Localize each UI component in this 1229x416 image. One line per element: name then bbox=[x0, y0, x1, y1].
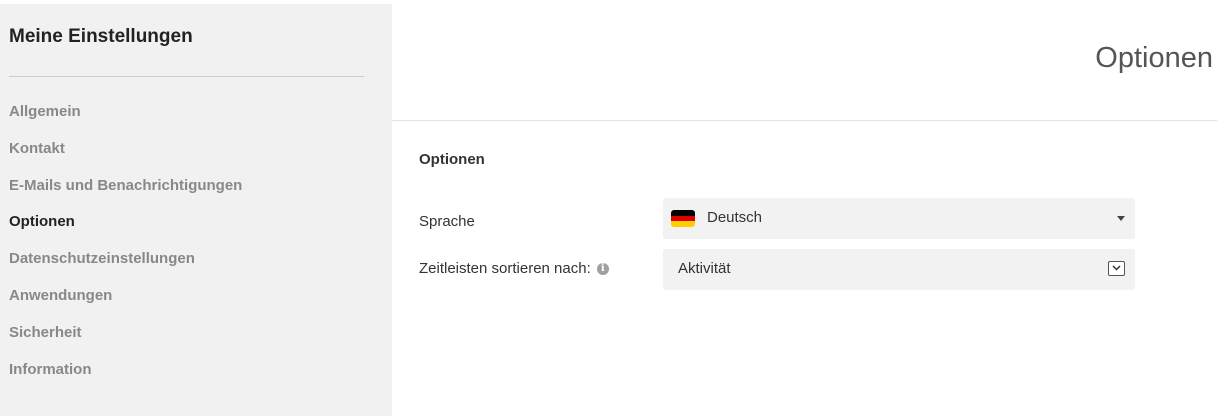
sidebar-item-information[interactable]: Information bbox=[9, 360, 242, 397]
sidebar-item-optionen[interactable]: Optionen bbox=[9, 212, 242, 249]
sidebar-item-kontakt[interactable]: Kontakt bbox=[9, 139, 242, 176]
chevron-down-icon[interactable] bbox=[1108, 261, 1125, 276]
language-label: Sprache bbox=[419, 213, 475, 230]
language-label-text: Sprache bbox=[419, 213, 475, 230]
sidebar-title: Meine Einstellungen bbox=[9, 26, 193, 47]
sidebar-item-sicherheit[interactable]: Sicherheit bbox=[9, 323, 242, 360]
timeline-sort-label-text: Zeitleisten sortieren nach: bbox=[419, 260, 591, 277]
page-title: Optionen bbox=[1095, 42, 1213, 74]
header-divider bbox=[392, 120, 1217, 121]
sidebar-divider bbox=[9, 76, 364, 77]
timeline-sort-select[interactable]: Aktivität bbox=[663, 249, 1135, 290]
info-icon[interactable]: i bbox=[596, 262, 609, 275]
sidebar-item-datenschutz[interactable]: Datenschutzeinstellungen bbox=[9, 249, 242, 286]
sidebar: Meine Einstellungen Allgemein Kontakt E-… bbox=[0, 4, 392, 416]
timeline-sort-select-value: Aktivität bbox=[678, 260, 731, 277]
section-title: Optionen bbox=[419, 151, 485, 168]
caret-down-icon bbox=[1117, 216, 1125, 221]
timeline-sort-label: Zeitleisten sortieren nach: i bbox=[419, 260, 609, 277]
sidebar-item-emails[interactable]: E-Mails und Benachrichtigungen bbox=[9, 176, 242, 213]
sidebar-nav: Allgemein Kontakt E-Mails und Benachrich… bbox=[9, 102, 242, 396]
sidebar-item-anwendungen[interactable]: Anwendungen bbox=[9, 286, 242, 323]
sidebar-item-allgemein[interactable]: Allgemein bbox=[9, 102, 242, 139]
germany-flag-icon bbox=[671, 210, 695, 227]
language-select[interactable]: Deutsch bbox=[663, 198, 1135, 239]
language-select-value: Deutsch bbox=[707, 209, 763, 226]
